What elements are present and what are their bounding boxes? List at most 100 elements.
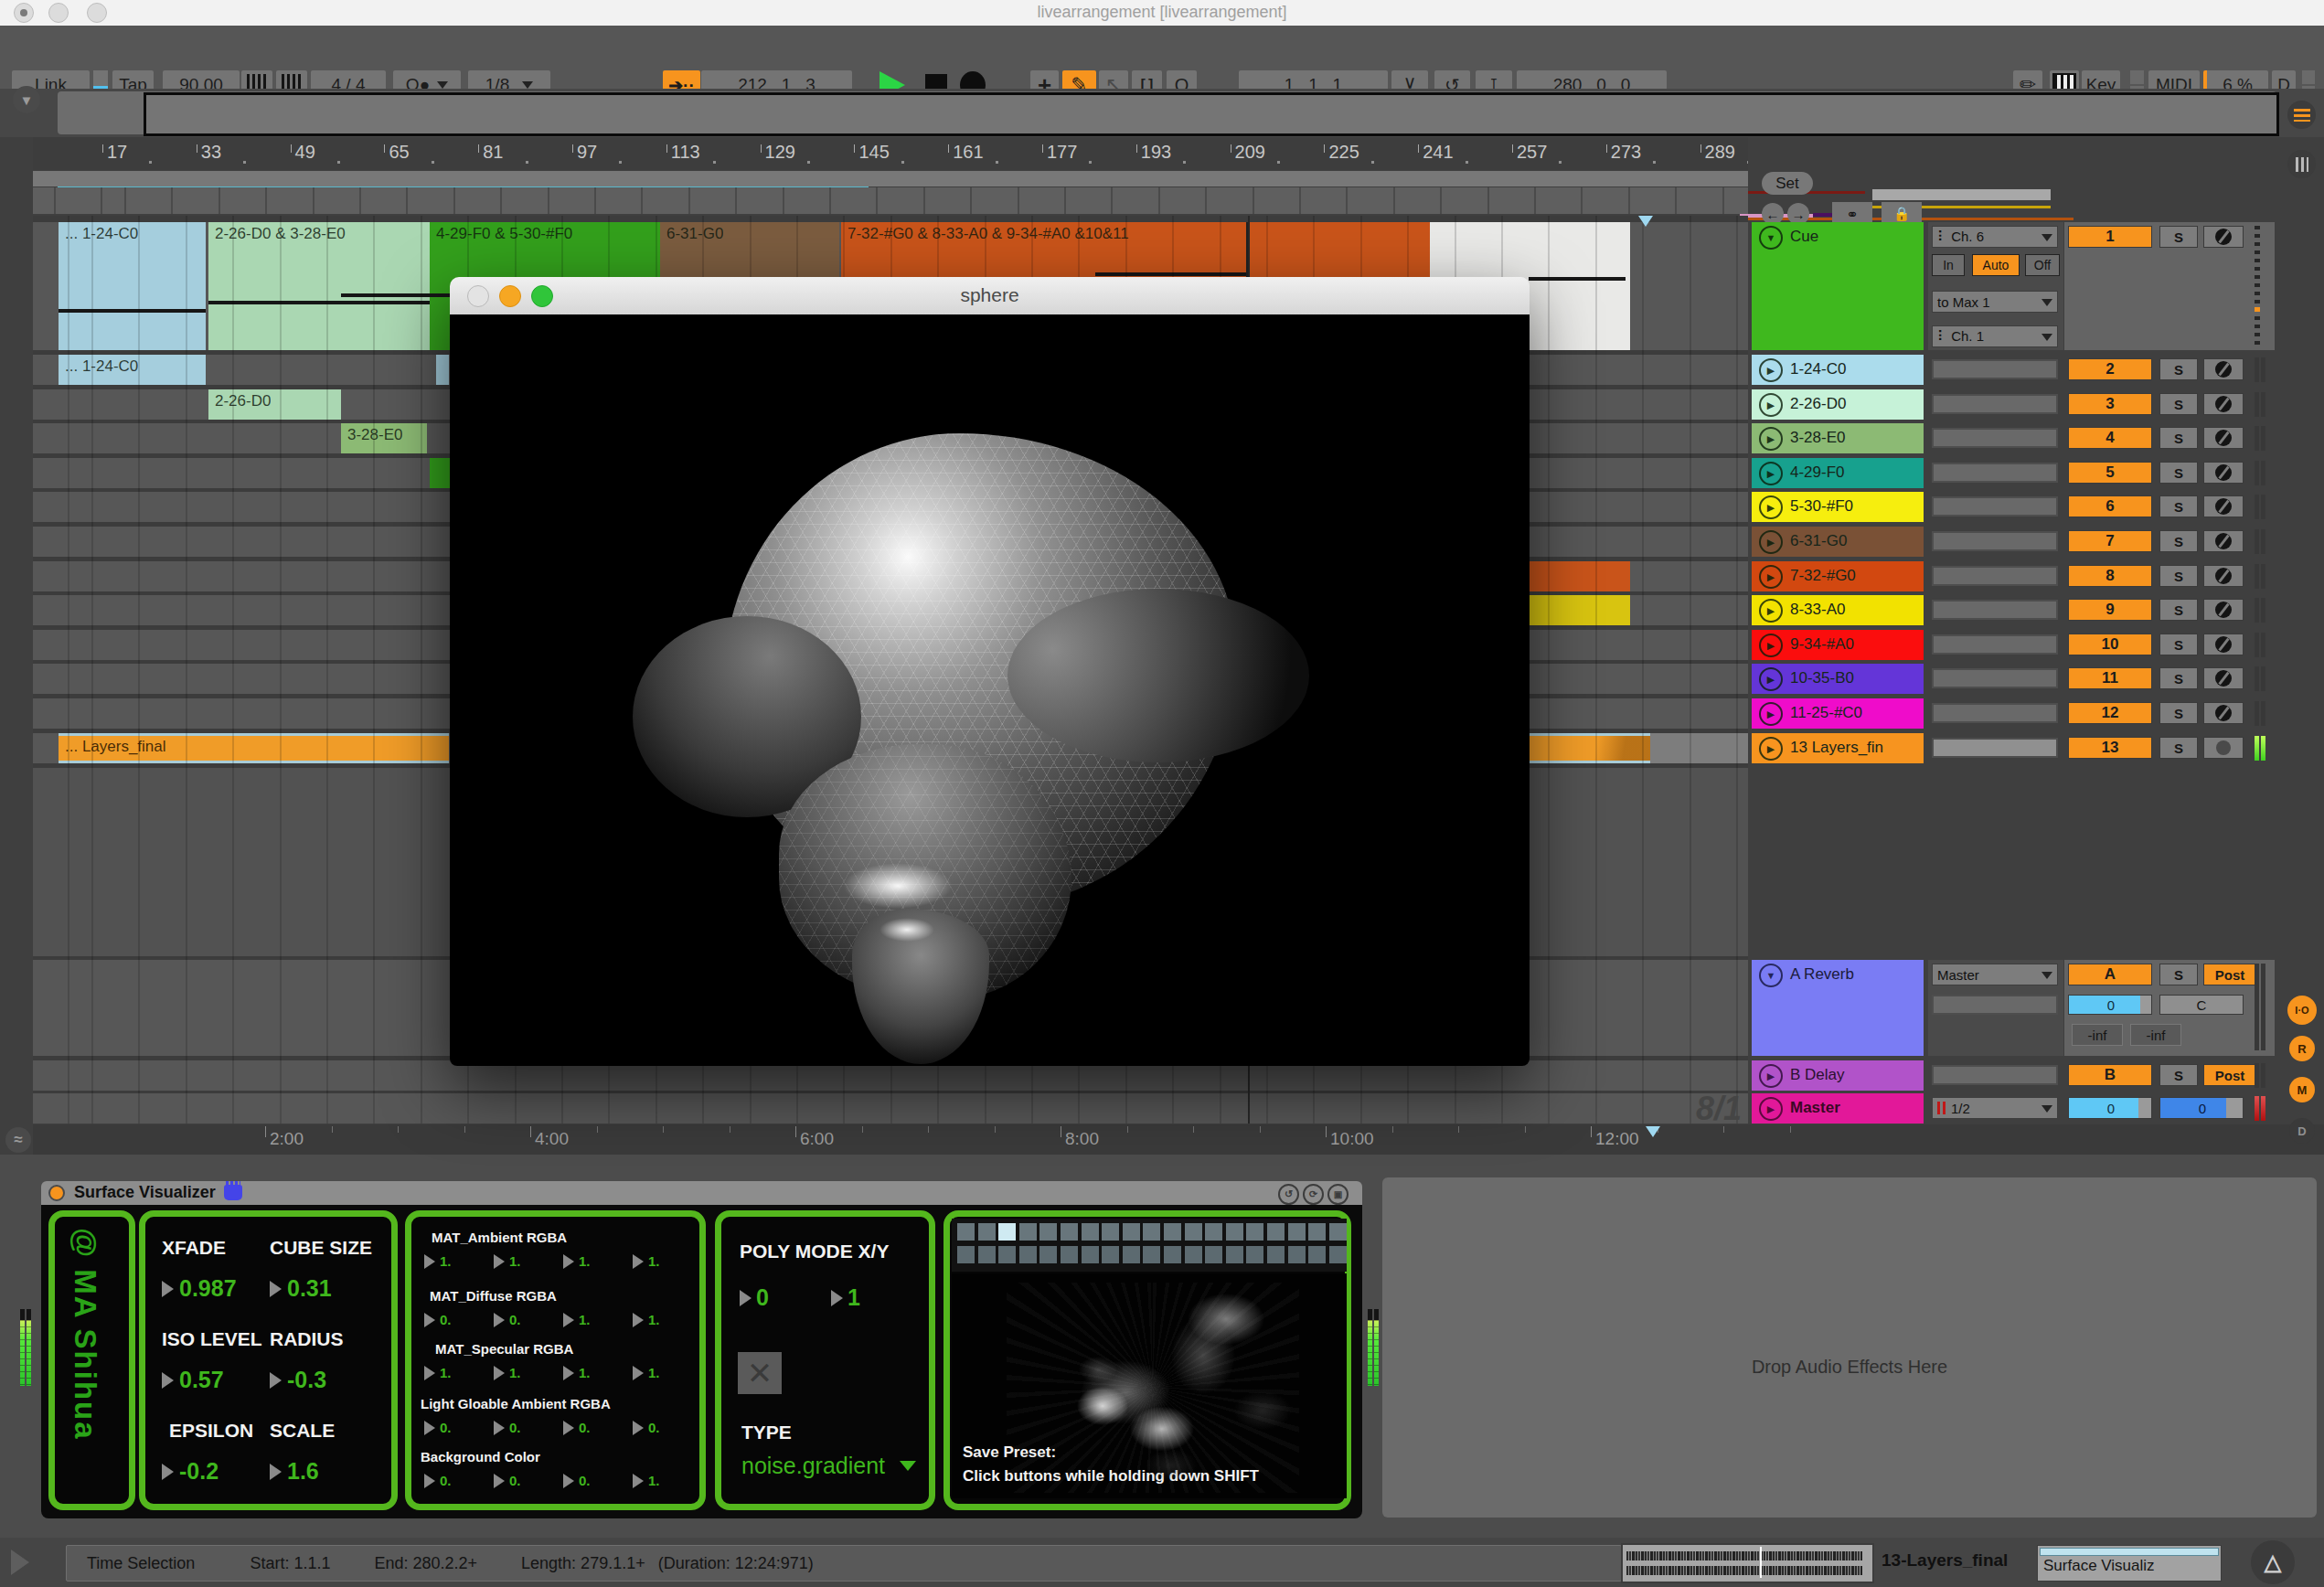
unfold-icon[interactable]: ▼ — [1759, 226, 1783, 250]
solo-button[interactable]: S — [2159, 667, 2198, 689]
play-icon[interactable]: ▶ — [1759, 1064, 1783, 1088]
return-a-output-dropdown[interactable]: Master — [1932, 964, 2058, 985]
sphere-window-titlebar[interactable]: sphere — [450, 277, 1530, 315]
material-random-checkbox[interactable]: ✕ — [738, 1352, 782, 1394]
preset-button[interactable] — [1288, 1246, 1306, 1263]
clip-overview-waveform[interactable] — [1621, 1543, 1874, 1583]
input-slot[interactable] — [1932, 463, 2058, 483]
preset-button[interactable] — [1143, 1246, 1160, 1263]
automation-line[interactable] — [208, 301, 430, 304]
preset-button[interactable] — [1143, 1223, 1160, 1241]
master-volume-slider[interactable]: 0 — [2068, 1097, 2152, 1119]
track-number-button[interactable]: 8 — [2068, 565, 2152, 587]
master-out-dropdown[interactable]: 1/2 — [1932, 1097, 2058, 1119]
return-a-button[interactable]: A — [2068, 964, 2152, 985]
automation-line[interactable] — [1529, 277, 1626, 281]
loop-brace-lane[interactable] — [33, 187, 1748, 214]
return-b-post-button[interactable]: Post — [2203, 1064, 2256, 1086]
preset-button[interactable] — [1267, 1223, 1285, 1241]
track-name-box[interactable]: ▶5-30-#F0 — [1752, 492, 1924, 522]
monitor-in-button[interactable]: In — [1932, 254, 1965, 276]
arrangement-clip[interactable]: 3-28-E0 — [341, 423, 427, 453]
input-slot[interactable] — [1932, 428, 2058, 448]
poly-x-field[interactable]: 0 — [740, 1284, 769, 1311]
preview-toggle-icon[interactable]: △ — [2251, 1540, 2295, 1584]
track-name-box[interactable]: ▶8-33-A0 — [1752, 595, 1924, 625]
input-slot[interactable] — [1932, 668, 2058, 688]
track-number-button[interactable]: 6 — [2068, 495, 2152, 517]
arrangement-clip-selected[interactable] — [1529, 733, 1650, 763]
play-icon[interactable]: ▶ — [1759, 737, 1783, 761]
preset-button[interactable] — [1061, 1246, 1078, 1263]
mat-value-field[interactable]: 0. — [494, 1420, 521, 1435]
preset-button[interactable] — [1019, 1246, 1037, 1263]
solo-button[interactable]: S — [2159, 737, 2198, 759]
preset-button[interactable] — [1082, 1223, 1099, 1241]
preset-button[interactable] — [1123, 1246, 1140, 1263]
automation-line[interactable] — [59, 309, 206, 313]
play-icon[interactable]: ▶ — [1759, 358, 1783, 382]
preset-button[interactable] — [1039, 1223, 1057, 1241]
mat-value-field[interactable]: 1. — [633, 1312, 660, 1327]
overview-view-box[interactable] — [144, 92, 2279, 136]
input-slot[interactable] — [1932, 531, 2058, 551]
track-number-button[interactable]: 13 — [2068, 737, 2152, 759]
preset-button[interactable] — [1082, 1246, 1099, 1263]
play-icon[interactable]: ▶ — [1759, 599, 1783, 623]
device-map-icon[interactable]: ↺ — [1278, 1184, 1299, 1205]
play-icon[interactable]: ▶ — [1759, 462, 1783, 485]
unfold-icon[interactable]: ▼ — [1759, 964, 1783, 987]
preset-button[interactable] — [1308, 1223, 1326, 1241]
track-name-box[interactable]: ▶11-25-#C0 — [1752, 698, 1924, 729]
beat-time-ruler[interactable]: 1733496581971131291451611771932092252412… — [33, 137, 1748, 170]
return-a-slot[interactable] — [1932, 995, 2058, 1015]
track-number-button[interactable]: 11 — [2068, 667, 2152, 689]
track-name-box[interactable]: ▶10-35-B0 — [1752, 664, 1924, 694]
solo-button[interactable]: S — [2159, 530, 2198, 552]
return-b-name-box[interactable]: ▶B Delay — [1752, 1060, 1924, 1091]
set-button[interactable]: Set — [1762, 172, 1813, 195]
track-name-box[interactable]: ▶7-32-#G0 — [1752, 561, 1924, 591]
solo-button[interactable]: S — [2159, 565, 2198, 587]
solo-button[interactable]: S — [2159, 393, 2198, 415]
play-icon[interactable]: ▶ — [1759, 393, 1783, 417]
device-header[interactable]: Surface Visualizer ↺ ⟳ ▣ — [41, 1181, 1362, 1205]
automation-line[interactable] — [341, 293, 454, 297]
mat-value-field[interactable]: 0. — [494, 1473, 521, 1488]
return-a-solo[interactable]: S — [2159, 964, 2198, 985]
mat-value-field[interactable]: 1. — [563, 1253, 591, 1269]
play-icon[interactable]: ▶ — [1759, 427, 1783, 451]
track-number-button[interactable]: 4 — [2068, 427, 2152, 449]
preset-button[interactable] — [978, 1246, 996, 1263]
return-b-button[interactable]: B — [2068, 1064, 2152, 1086]
type-dropdown[interactable]: noise.gradient — [741, 1453, 916, 1479]
param-value-field[interactable]: 0.31 — [270, 1275, 332, 1302]
preset-button[interactable] — [1019, 1223, 1037, 1241]
preset-button[interactable] — [1164, 1246, 1181, 1263]
preset-button[interactable] — [1102, 1246, 1119, 1263]
mat-value-field[interactable]: 0. — [563, 1420, 591, 1435]
track-name-box[interactable]: ▶2-26-D0 — [1752, 389, 1924, 420]
mat-value-field[interactable]: 0. — [494, 1312, 521, 1327]
preset-button[interactable] — [1205, 1246, 1222, 1263]
track-number-button[interactable]: 5 — [2068, 462, 2152, 484]
track-name-box[interactable]: ▶4-29-F0 — [1752, 458, 1924, 488]
delay-section-button[interactable]: D — [2289, 1118, 2315, 1144]
preset-button[interactable] — [998, 1223, 1016, 1241]
io-section-button[interactable]: I·O — [2287, 996, 2317, 1025]
solo-button[interactable]: S — [2159, 462, 2198, 484]
device-tab[interactable]: Surface Visualiz — [2037, 1545, 2222, 1582]
input-slot[interactable] — [1932, 496, 2058, 517]
mat-value-field[interactable]: 0. — [633, 1420, 660, 1435]
preset-button[interactable] — [1288, 1223, 1306, 1241]
mat-value-field[interactable]: 1. — [563, 1312, 591, 1327]
mat-value-field[interactable]: 1. — [633, 1473, 660, 1488]
track-number-button[interactable]: 1 — [2068, 226, 2152, 248]
arm-button[interactable] — [2203, 462, 2244, 484]
arm-button[interactable] — [2203, 495, 2244, 517]
input-slot[interactable] — [1932, 634, 2058, 655]
play-icon[interactable]: ▶ — [1759, 634, 1783, 657]
preset-button[interactable] — [1308, 1246, 1326, 1263]
arrangement-clip[interactable]: ... 1-24-C0 — [59, 355, 206, 385]
preset-button[interactable] — [978, 1223, 996, 1241]
